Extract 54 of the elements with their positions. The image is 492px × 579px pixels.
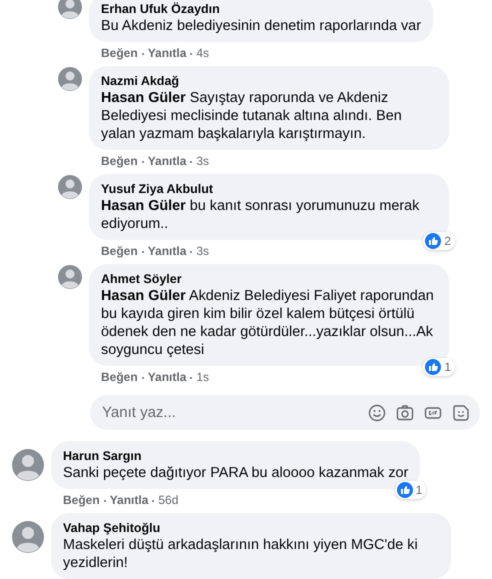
reply-input[interactable]: Yanıt yaz... bbox=[100, 403, 358, 422]
separator-dot bbox=[142, 250, 144, 252]
like-link[interactable]: Beğen bbox=[101, 154, 138, 169]
sticker-icon[interactable] bbox=[452, 404, 470, 422]
author-name[interactable]: Erhan Ufuk Özaydın bbox=[101, 1, 421, 17]
separator-dot bbox=[142, 376, 144, 378]
timestamp: 3s bbox=[196, 244, 210, 259]
timestamp: 3s bbox=[196, 154, 210, 169]
reply-link[interactable]: Yanıtla bbox=[148, 154, 186, 169]
avatar[interactable] bbox=[58, 265, 82, 289]
comment-text: Hasan Güler bu kanıt sonrası yorumunuzu merak ediyorum.. bbox=[101, 197, 420, 233]
reply-link[interactable]: Yanıtla bbox=[110, 493, 148, 508]
reply-link[interactable]: Yanıtla bbox=[148, 370, 186, 385]
comment-text: Maskeleri düştü arkadaşlarının hakkını yiyen MGC'de ki yezidlerin! bbox=[63, 536, 419, 572]
reaction-count[interactable]: 2 bbox=[423, 232, 455, 250]
comment-text: Hasan Güler Sayıştay raporunda ve Akdeniz Belediyesi meclisinde tutanak altına alındı. Ben yalan yazmam başkalarıyla karıştırmayın. bbox=[101, 89, 403, 143]
like-link[interactable]: Beğen bbox=[101, 46, 138, 61]
separator-dot bbox=[152, 500, 154, 502]
emoji-icon[interactable] bbox=[368, 404, 386, 422]
comment-text: Hasan Güler Akdeniz Belediyesi Faliyet raporundan bu kayıda giren kim bilir özel kalem bütçesi örtülü ödenek den ne kadar götürdüler...yazıklar olsun...Ak soyguncu çetesi bbox=[101, 287, 435, 359]
like-icon bbox=[425, 359, 442, 375]
author-name[interactable]: Ahmet Söyler bbox=[101, 271, 437, 287]
separator-dot bbox=[104, 500, 106, 502]
timestamp: 1s bbox=[196, 370, 210, 385]
avatar[interactable] bbox=[58, 175, 82, 199]
timestamp: 4s bbox=[196, 46, 210, 61]
camera-icon[interactable] bbox=[396, 404, 414, 422]
author-name[interactable]: Yusuf Ziya Akbulut bbox=[101, 181, 437, 197]
avatar[interactable] bbox=[12, 521, 44, 553]
separator-dot bbox=[142, 160, 144, 162]
reaction-count[interactable]: 1 bbox=[394, 481, 426, 499]
separator-dot bbox=[142, 52, 144, 54]
author-name[interactable]: Harun Sargın bbox=[63, 448, 408, 464]
reply-link[interactable]: Yanıtla bbox=[148, 244, 186, 259]
avatar[interactable] bbox=[58, 0, 82, 19]
reply-field[interactable]: Yanıt yaz... bbox=[90, 395, 480, 430]
author-name[interactable]: Vahap Şehitoğlu bbox=[63, 520, 439, 536]
avatar[interactable] bbox=[58, 67, 82, 91]
avatar[interactable] bbox=[12, 449, 44, 481]
author-name[interactable]: Nazmi Akdağ bbox=[101, 73, 437, 89]
separator-dot bbox=[190, 160, 192, 162]
like-link[interactable]: Beğen bbox=[101, 244, 138, 259]
like-icon bbox=[396, 482, 413, 498]
separator-dot bbox=[190, 376, 192, 378]
reaction-count[interactable]: 1 bbox=[423, 358, 455, 376]
reply-link[interactable]: Yanıtla bbox=[148, 46, 186, 61]
comment-text: Bu Akdeniz belediyesinin denetim raporlarında var bbox=[101, 17, 421, 35]
separator-dot bbox=[190, 52, 192, 54]
like-link[interactable]: Beğen bbox=[101, 370, 138, 385]
like-link[interactable]: Beğen bbox=[63, 493, 100, 508]
separator-dot bbox=[190, 250, 192, 252]
timestamp: 56d bbox=[158, 493, 178, 508]
comment-text: Sanki peçete dağıtıyor PARA bu aloooo kazanmak zor bbox=[63, 464, 408, 482]
like-icon bbox=[425, 233, 442, 249]
